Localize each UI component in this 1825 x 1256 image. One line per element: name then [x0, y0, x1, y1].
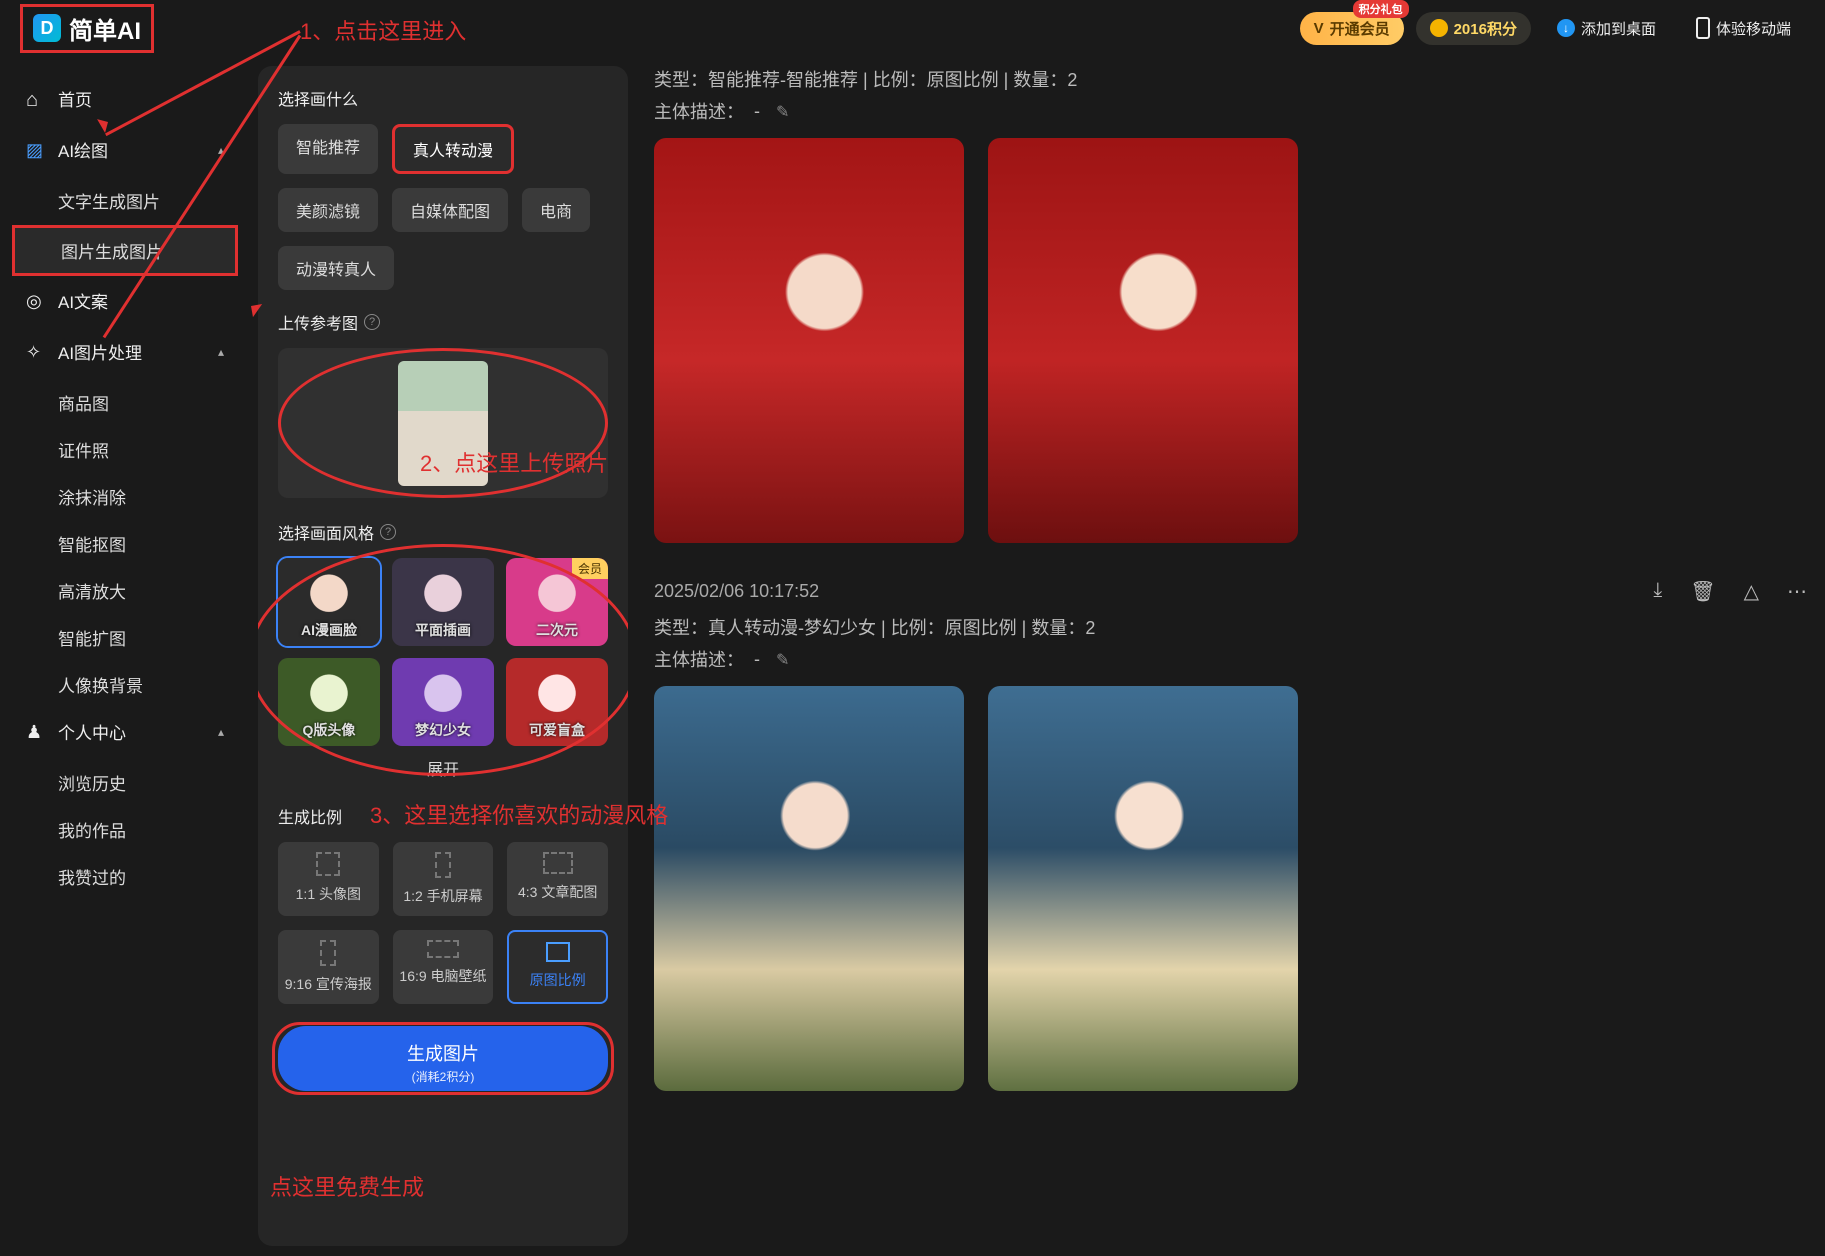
result2-header: 2025/02/06 10:17:52 ⤓ 🗑 △ ⋯	[654, 579, 1807, 604]
nav-bgswap[interactable]: 人像换背景	[12, 662, 238, 707]
edit-icon[interactable]	[770, 101, 789, 122]
ratio-16-9[interactable]: 16:9 电脑壁纸	[393, 930, 494, 1004]
chip-ecom[interactable]: 电商	[522, 188, 590, 232]
ratio-9-16[interactable]: 9:16 宣传海报	[278, 930, 379, 1004]
download-icon: ↓	[1557, 19, 1575, 37]
ratio-orig[interactable]: 原图比例	[507, 930, 608, 1004]
ratio-icon	[435, 852, 451, 878]
nav-ai-imgproc[interactable]: AI图片处理▴	[12, 329, 238, 374]
style-flat[interactable]: 平面插画	[392, 558, 494, 646]
nav-expand[interactable]: 智能扩图	[12, 615, 238, 660]
style-grid: AI漫画脸 平面插画 会员二次元 Q版头像 梦幻少女 可爱盲盒	[278, 558, 608, 746]
result2-timestamp: 2025/02/06 10:17:52	[654, 581, 819, 602]
nav-upscale[interactable]: 高清放大	[12, 568, 238, 613]
ratio-icon	[543, 852, 573, 874]
download-icon[interactable]: ⤓	[1653, 579, 1662, 604]
trash-icon[interactable]: 🗑	[1690, 579, 1715, 604]
nav-product[interactable]: 商品图	[12, 380, 238, 425]
result1-desc: 主体描述：-	[654, 98, 1807, 124]
mobile-button[interactable]: 体验移动端	[1682, 11, 1805, 45]
ratio-grid: 1:1 头像图 1:2 手机屏幕 4:3 文章配图 9:16 宣传海报 16:9…	[278, 842, 608, 1004]
uploaded-thumb	[398, 361, 488, 486]
ratio-title: 生成比例	[278, 804, 608, 828]
config-panel: 选择画什么 智能推荐 真人转动漫 美颜滤镜 自媒体配图 电商 动漫转真人 上传参…	[258, 66, 628, 1246]
chip-beauty[interactable]: 美颜滤镜	[278, 188, 378, 232]
result2-images	[654, 686, 1807, 1091]
result1-images	[654, 138, 1807, 543]
style-2d[interactable]: 会员二次元	[506, 558, 608, 646]
nav-text2img[interactable]: 文字生成图片	[12, 178, 238, 223]
result-image[interactable]	[654, 138, 964, 543]
chevron-up-icon: ▴	[218, 345, 224, 359]
image-icon	[26, 140, 46, 160]
help-icon[interactable]: ?	[364, 314, 380, 330]
ratio-4-3[interactable]: 4:3 文章配图	[507, 842, 608, 916]
brand-name: 简单AI	[69, 11, 141, 46]
home-icon	[26, 89, 46, 109]
what-title: 选择画什么	[278, 86, 608, 110]
ratio-icon	[316, 852, 340, 876]
result-image[interactable]	[654, 686, 964, 1091]
vip-button[interactable]: V 开通会员 积分礼包	[1300, 12, 1404, 45]
warning-icon[interactable]: △	[1744, 579, 1759, 604]
nav-history[interactable]: 浏览历史	[12, 760, 238, 805]
what-options: 智能推荐 真人转动漫 美颜滤镜 自媒体配图 电商 动漫转真人	[278, 124, 608, 290]
edit-icon[interactable]	[770, 649, 789, 670]
text-icon	[26, 291, 46, 311]
nav-myworks[interactable]: 我的作品	[12, 807, 238, 852]
chip-anime2photo[interactable]: 动漫转真人	[278, 246, 394, 290]
chevron-up-icon: ▴	[218, 143, 224, 157]
chip-media[interactable]: 自媒体配图	[392, 188, 508, 232]
chip-smart[interactable]: 智能推荐	[278, 124, 378, 174]
sidebar: 首页 AI绘图▴ 文字生成图片 图片生成图片 AI文案 AI图片处理▴ 商品图 …	[0, 56, 250, 1256]
ratio-icon	[427, 940, 459, 958]
result1-meta: 类型：智能推荐-智能推荐 | 比例：原图比例 | 数量：2	[654, 66, 1807, 92]
ratio-1-2[interactable]: 1:2 手机屏幕	[393, 842, 494, 916]
chevron-up-icon: ▴	[218, 725, 224, 739]
result-image[interactable]	[988, 138, 1298, 543]
generate-button[interactable]: 生成图片 (消耗2积分)	[278, 1026, 608, 1091]
user-icon	[26, 722, 46, 742]
nav-cutout[interactable]: 智能抠图	[12, 521, 238, 566]
more-icon[interactable]: ⋯	[1787, 579, 1807, 604]
chip-photo2anime[interactable]: 真人转动漫	[392, 124, 514, 174]
nav-erase[interactable]: 涂抹消除	[12, 474, 238, 519]
expand-styles[interactable]: 展开	[278, 756, 608, 780]
points-button[interactable]: 2016积分	[1416, 12, 1531, 45]
vip-crown-icon: V	[1314, 20, 1324, 37]
style-aiface[interactable]: AI漫画脸	[278, 558, 380, 646]
help-icon[interactable]: ?	[380, 524, 396, 540]
nav-img2img[interactable]: 图片生成图片	[12, 225, 238, 276]
nav-liked[interactable]: 我赞过的	[12, 854, 238, 899]
nav-ai-draw[interactable]: AI绘图▴	[12, 127, 238, 172]
result2-meta: 类型：真人转动漫-梦幻少女 | 比例：原图比例 | 数量：2	[654, 614, 1807, 640]
result-image[interactable]	[988, 686, 1298, 1091]
app-header: D 简单AI V 开通会员 积分礼包 2016积分 ↓ 添加到桌面 体验移动端	[0, 0, 1825, 56]
upload-box[interactable]	[278, 348, 608, 498]
tool-icon	[26, 342, 46, 362]
add-desktop-button[interactable]: ↓ 添加到桌面	[1543, 12, 1670, 45]
phone-icon	[1696, 17, 1710, 39]
nav-profile[interactable]: 个人中心▴	[12, 709, 238, 754]
nav-home[interactable]: 首页	[12, 76, 238, 121]
style-dream[interactable]: 梦幻少女	[392, 658, 494, 746]
logo-icon: D	[33, 14, 61, 42]
style-cute[interactable]: 可爱盲盒	[506, 658, 608, 746]
ratio-icon	[320, 940, 336, 966]
result2-desc: 主体描述：-	[654, 646, 1807, 672]
coin-icon	[1430, 19, 1448, 37]
style-title: 选择画面风格?	[278, 520, 608, 544]
gift-tag: 积分礼包	[1353, 0, 1409, 18]
brand[interactable]: D 简单AI	[20, 4, 154, 53]
upload-title: 上传参考图?	[278, 310, 608, 334]
nav-ai-text[interactable]: AI文案	[12, 278, 238, 323]
results-pane: 类型：智能推荐-智能推荐 | 比例：原图比例 | 数量：2 主体描述：- 202…	[636, 56, 1825, 1256]
ratio-1-1[interactable]: 1:1 头像图	[278, 842, 379, 916]
style-chibi[interactable]: Q版头像	[278, 658, 380, 746]
ratio-icon	[546, 942, 570, 962]
vip-tag: 会员	[572, 558, 608, 579]
nav-idphoto[interactable]: 证件照	[12, 427, 238, 472]
